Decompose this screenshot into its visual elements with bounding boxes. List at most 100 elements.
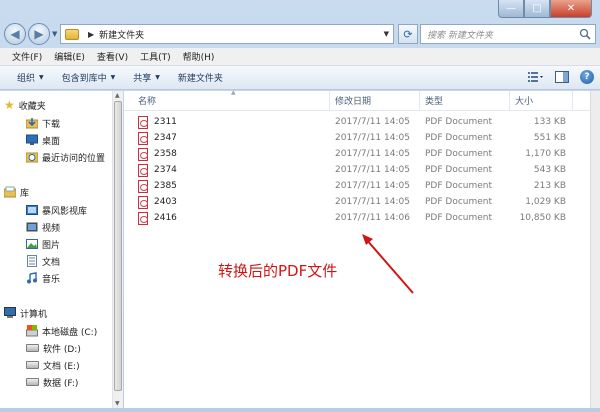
- pdf-file-icon: [138, 196, 148, 209]
- sidebar-item-drive-f[interactable]: 数据 (F:): [26, 374, 78, 390]
- include-in-library-button[interactable]: 包含到库中 ▼: [53, 68, 125, 87]
- file-row[interactable]: 2374 2017/7/11 14:05 PDF Document 543 KB: [124, 163, 590, 179]
- file-name: 2416: [154, 213, 177, 223]
- sidebar-item-documents[interactable]: 文档: [26, 253, 60, 269]
- file-name: 2311: [154, 117, 177, 127]
- file-row[interactable]: 2311 2017/7/11 14:05 PDF Document 133 KB: [124, 115, 590, 131]
- command-bar: 组织 ▼ 包含到库中 ▼ 共享 ▼ 新建文件夹 ?: [0, 66, 600, 90]
- scrollbar-thumb[interactable]: [114, 101, 122, 391]
- sidebar-item-label: 本地磁盘 (C:): [42, 327, 98, 338]
- scroll-down-icon[interactable]: ▼: [115, 400, 120, 407]
- search-input[interactable]: 搜索 新建文件夹: [420, 24, 596, 44]
- sidebar-item-pictures[interactable]: 图片: [26, 236, 60, 252]
- sidebar-item-drive-d[interactable]: 软件 (D:): [26, 340, 81, 356]
- computer-group[interactable]: 计算机: [4, 305, 47, 321]
- menu-help[interactable]: 帮助(H): [177, 48, 221, 65]
- sidebar-item-label: 暴风影视库: [42, 206, 88, 217]
- pdf-file-icon: [138, 148, 148, 161]
- file-date: 2017/7/11 14:05: [335, 117, 410, 127]
- column-type[interactable]: 类型: [425, 94, 443, 107]
- address-dropdown-icon[interactable]: ▼: [384, 30, 389, 38]
- back-arrow-icon: ◀: [10, 27, 20, 41]
- file-type: PDF Document: [425, 149, 493, 159]
- sidebar-item-baofeng-library[interactable]: 暴风影视库: [26, 202, 87, 218]
- file-type: PDF Document: [425, 197, 493, 207]
- sidebar-item-drive-e[interactable]: 文档 (E:): [26, 357, 80, 373]
- sidebar-item-videos[interactable]: 视频: [26, 219, 60, 235]
- file-list: ▲ 名称 修改日期 类型 大小 2311 2017/7/11 14:05 PDF…: [124, 89, 590, 408]
- minimize-button[interactable]: —: [498, 0, 524, 18]
- sidebar-item-label: 文档: [42, 257, 61, 268]
- column-divider[interactable]: [419, 91, 420, 111]
- new-folder-button[interactable]: 新建文件夹: [169, 68, 232, 87]
- column-date-modified[interactable]: 修改日期: [335, 94, 371, 107]
- toolbar-right: ?: [528, 69, 594, 85]
- pictures-icon: [26, 239, 38, 249]
- view-options-button[interactable]: [528, 69, 544, 85]
- sort-indicator-icon: ▲: [231, 89, 236, 96]
- back-button[interactable]: ◀: [4, 23, 26, 45]
- sidebar-item-label: 文档 (E:): [43, 361, 80, 372]
- close-button[interactable]: ✕: [550, 0, 592, 18]
- preview-pane-button[interactable]: [554, 69, 570, 85]
- breadcrumb-folder[interactable]: 新建文件夹: [99, 28, 144, 41]
- system-drive-icon: [26, 325, 38, 337]
- sidebar-item-drive-c[interactable]: 本地磁盘 (C:): [26, 323, 97, 339]
- menu-edit[interactable]: 编辑(E): [48, 48, 91, 65]
- scroll-up-icon[interactable]: ▲: [115, 92, 120, 99]
- column-divider[interactable]: [509, 91, 510, 111]
- navigation-pane: ★ 收藏夹 下载 桌面 最近访问的位置 库 暴风影视库 视频 图片 文档 音乐 …: [0, 91, 112, 408]
- refresh-button[interactable]: ⟳: [398, 24, 418, 44]
- window-controls: — □ ✕: [498, 0, 592, 18]
- sidebar-item-recent-places[interactable]: 最近访问的位置: [26, 149, 105, 165]
- favorites-group[interactable]: ★ 收藏夹: [4, 97, 46, 113]
- sidebar-item-label: 软件 (D:): [43, 344, 81, 355]
- address-bar[interactable]: ▶ 新建文件夹 ▼: [60, 24, 394, 44]
- file-row[interactable]: 2416 2017/7/11 14:06 PDF Document 10,850…: [124, 211, 590, 227]
- forward-arrow-icon: ▶: [34, 27, 44, 41]
- recent-pages-dropdown[interactable]: ▼: [52, 30, 57, 38]
- search-placeholder: 搜索 新建文件夹: [427, 30, 493, 41]
- file-size: 1,170 KB: [525, 149, 566, 159]
- menu-file[interactable]: 文件(F): [6, 48, 48, 65]
- share-label: 共享: [133, 74, 152, 84]
- share-button[interactable]: 共享 ▼: [124, 68, 169, 87]
- sidebar-item-music[interactable]: 音乐: [26, 270, 60, 286]
- video-icon: [26, 222, 38, 232]
- help-button[interactable]: ?: [580, 70, 594, 84]
- file-row[interactable]: 2385 2017/7/11 14:05 PDF Document 213 KB: [124, 179, 590, 195]
- file-row[interactable]: 2358 2017/7/11 14:05 PDF Document 1,170 …: [124, 147, 590, 163]
- libraries-group[interactable]: 库: [4, 184, 29, 200]
- file-row[interactable]: 2347 2017/7/11 14:05 PDF Document 551 KB: [124, 131, 590, 147]
- file-type: PDF Document: [425, 165, 493, 175]
- explorer-window: — □ ✕ ◀ ▶ ▼ ▶ 新建文件夹 ▼ ⟳ 搜索 新建文件夹 文件(F) 编…: [0, 0, 600, 412]
- file-row[interactable]: 2403 2017/7/11 14:05 PDF Document 1,029 …: [124, 195, 590, 211]
- pdf-file-icon: [138, 180, 148, 193]
- drive-icon: [26, 361, 39, 369]
- navigation-scrollbar[interactable]: ▲ ▼: [112, 91, 123, 408]
- computer-icon: [4, 307, 16, 318]
- column-divider[interactable]: [572, 91, 573, 111]
- include-library-label: 包含到库中: [61, 74, 107, 84]
- refresh-icon: ⟳: [403, 27, 413, 41]
- sidebar-item-desktop[interactable]: 桌面: [26, 132, 60, 148]
- sidebar-item-label: 数据 (F:): [43, 378, 79, 389]
- content-scrollbar[interactable]: [590, 91, 600, 408]
- computer-label: 计算机: [20, 309, 48, 320]
- file-date: 2017/7/11 14:05: [335, 133, 410, 143]
- file-name: 2385: [154, 181, 177, 191]
- menu-tools[interactable]: 工具(T): [134, 48, 177, 65]
- forward-button[interactable]: ▶: [28, 23, 50, 45]
- sidebar-item-downloads[interactable]: 下载: [26, 115, 60, 131]
- column-divider[interactable]: [329, 91, 330, 111]
- menu-view[interactable]: 查看(V): [91, 48, 134, 65]
- column-name[interactable]: 名称: [138, 94, 156, 107]
- organize-button[interactable]: 组织 ▼: [8, 68, 53, 87]
- documents-icon: [27, 255, 37, 267]
- breadcrumb-chevron-icon[interactable]: ▶: [88, 30, 94, 39]
- column-size[interactable]: 大小: [515, 94, 533, 107]
- sidebar-item-label: 图片: [42, 240, 61, 251]
- annotation-label: 转换后的PDF文件: [218, 262, 338, 280]
- search-icon[interactable]: [579, 28, 591, 40]
- maximize-button[interactable]: □: [524, 0, 550, 18]
